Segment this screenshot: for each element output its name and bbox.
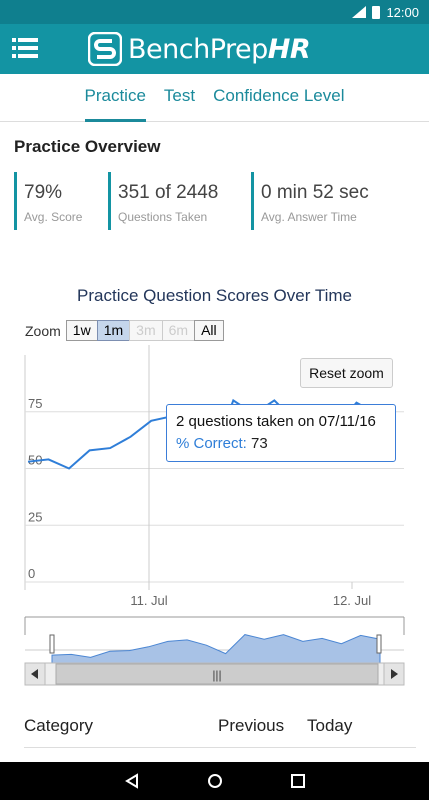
tooltip-value: 73: [251, 435, 268, 452]
scores-line-chart[interactable]: 0255075 11. Jul 12. Jul |||: [0, 345, 429, 695]
zoom-label: Zoom: [25, 322, 61, 339]
stat-value: 79%: [24, 182, 63, 203]
benchprep-logo: BenchPrepHR: [88, 30, 311, 68]
column-previous: Previous: [218, 716, 285, 735]
recent-icon[interactable]: [290, 773, 306, 789]
home-icon[interactable]: [207, 773, 223, 789]
y-tick-label: 0: [28, 566, 35, 581]
tab-bar: Practice Test Confidence Level: [0, 74, 429, 122]
tooltip-title: 2 questions taken on 07/11/16: [176, 413, 376, 430]
chart-title: Practice Question Scores Over Time: [77, 286, 352, 305]
stat-label: Questions Taken: [118, 210, 208, 224]
logo-text: BenchPrep: [128, 33, 268, 65]
zoom-3m-button: 3m: [129, 320, 163, 341]
navigator-handle-left[interactable]: [49, 634, 55, 654]
logo-suffix: HR: [267, 33, 311, 65]
y-tick-label: 25: [28, 509, 42, 524]
chart-navigator[interactable]: |||: [24, 616, 405, 686]
stat-value: 351 of 2448: [118, 182, 219, 203]
app-bar: BenchPrepHR: [0, 24, 429, 74]
status-time: 12:00: [386, 4, 419, 20]
y-tick-label: 75: [28, 396, 42, 411]
tooltip-key: % Correct:: [176, 435, 247, 452]
tab-test[interactable]: Test: [164, 74, 195, 122]
battery-icon: [372, 5, 381, 19]
tab-practice[interactable]: Practice: [84, 74, 146, 122]
chart-tooltip: 2 questions taken on 07/11/16 % Correct:…: [166, 404, 396, 462]
navigator-handle-right[interactable]: [376, 634, 382, 654]
stat-questions-taken: 351 of 2448 Questions Taken: [108, 172, 251, 230]
zoom-all-button[interactable]: All: [194, 320, 224, 341]
zoom-1m-button[interactable]: 1m: [96, 320, 131, 341]
zoom-selector: Zoom 1w 1m 3m 6m All: [25, 320, 224, 341]
zoom-1w-button[interactable]: 1w: [65, 320, 98, 341]
stat-value: 0 min 52 sec: [261, 182, 369, 203]
stat-answer-time: 0 min 52 sec Avg. Answer Time: [251, 172, 391, 230]
stats-row: 79% Avg. Score 351 of 2448 Questions Tak…: [14, 172, 391, 230]
zoom-6m-button: 6m: [161, 320, 196, 341]
signal-icon: [352, 6, 367, 18]
category-table-header: Category Previous Today: [24, 714, 416, 748]
system-nav-bar: [0, 762, 429, 800]
scroll-thumb-grip: |||: [212, 668, 221, 682]
x-tick-label: 12. Jul: [333, 593, 371, 608]
section-title: Practice Overview: [14, 137, 161, 156]
stat-label: Avg. Answer Time: [261, 210, 357, 224]
stat-avg-score: 79% Avg. Score: [14, 172, 108, 230]
reset-zoom-button[interactable]: Reset zoom: [300, 358, 393, 388]
tab-confidence-level[interactable]: Confidence Level: [213, 74, 344, 122]
stat-label: Avg. Score: [24, 210, 83, 224]
status-bar: 12:00: [0, 0, 429, 24]
column-today: Today: [307, 716, 353, 735]
x-tick-label: 11. Jul: [130, 593, 167, 608]
logo-mark-icon: [88, 32, 122, 66]
menu-icon[interactable]: [12, 38, 38, 58]
back-icon[interactable]: [124, 773, 140, 789]
column-category: Category: [24, 716, 93, 735]
